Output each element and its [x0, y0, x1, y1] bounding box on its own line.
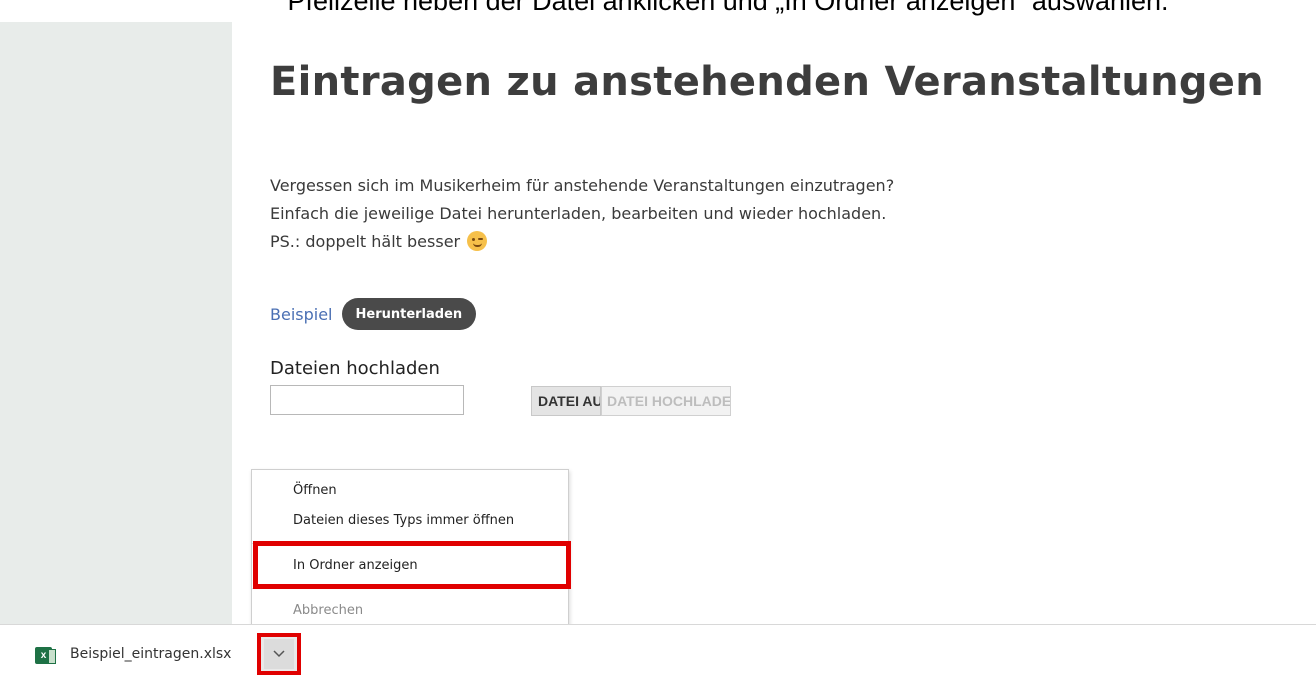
- menu-item-open[interactable]: Öffnen: [252, 476, 568, 506]
- menu-item-always-open[interactable]: Dateien dieses Typs immer öffnen: [252, 506, 568, 536]
- intro-text: Vergessen sich im Musikerheim für ansteh…: [270, 172, 894, 256]
- example-row: Beispiel Herunterladen: [270, 298, 477, 330]
- excel-file-icon: x: [35, 647, 56, 664]
- page-title: Eintragen zu anstehenden Veranstaltungen: [270, 59, 1265, 105]
- winking-emoji-icon: [467, 231, 488, 251]
- instruction-caption: Pfeilzeile neben der Datei anklicken und…: [287, 0, 1169, 16]
- intro-line: Einfach die jeweilige Datei herunterlade…: [270, 204, 887, 223]
- intro-line: Vergessen sich im Musikerheim für ansteh…: [270, 176, 895, 195]
- menu-divider: [252, 543, 568, 544]
- download-button[interactable]: Herunterladen: [341, 298, 477, 330]
- download-bar: x Beispiel_eintragen.xlsx: [0, 624, 1316, 679]
- menu-item-cancel[interactable]: Abbrechen: [252, 596, 568, 626]
- upload-file-field[interactable]: [270, 385, 464, 415]
- upload-file-button[interactable]: DATEI HOCHLADEN: [601, 386, 731, 416]
- download-menu-button[interactable]: [257, 633, 301, 675]
- left-panel: [0, 22, 232, 624]
- menu-item-show-in-folder[interactable]: In Ordner anzeigen: [252, 551, 568, 581]
- download-file-name[interactable]: Beispiel_eintragen.xlsx: [70, 646, 231, 662]
- example-link[interactable]: Beispiel: [270, 305, 333, 324]
- upload-label: Dateien hochladen: [270, 358, 440, 379]
- download-context-menu: Öffnen Dateien dieses Typs immer öffnen …: [251, 469, 569, 632]
- intro-line: PS.: doppelt hält besser: [270, 228, 894, 256]
- menu-divider: [252, 588, 568, 589]
- choose-file-button[interactable]: DATEI AUSWÄHLEN: [531, 386, 601, 416]
- chevron-down-icon: [264, 639, 294, 669]
- intro-line-text: PS.: doppelt hält besser: [270, 232, 461, 251]
